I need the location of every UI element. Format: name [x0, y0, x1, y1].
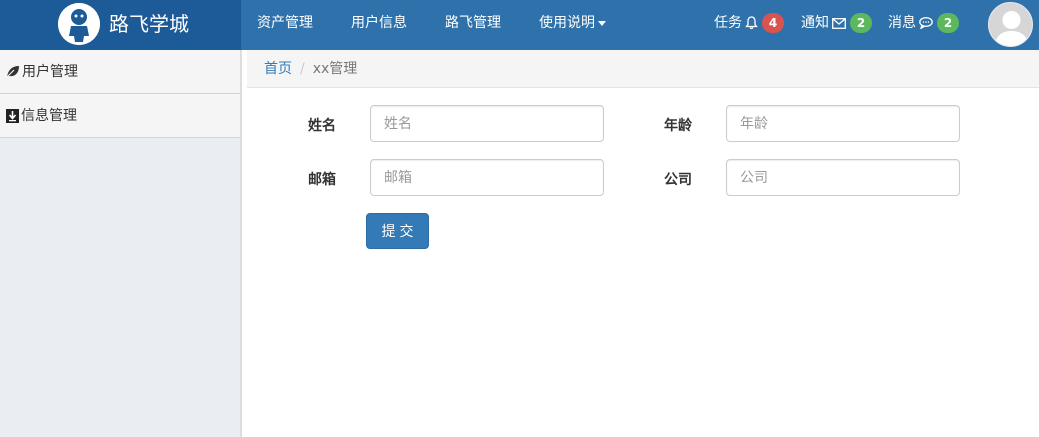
nav-item-luffy-admin[interactable]: 路飞管理: [445, 0, 501, 50]
sidebar-item-label: 信息管理: [21, 107, 77, 124]
email-label: 邮箱: [308, 172, 336, 188]
notices-link[interactable]: 通知 2: [801, 0, 872, 46]
messages-link[interactable]: 消息 2: [888, 0, 959, 46]
brand-logo-icon: [58, 3, 100, 45]
company-label: 公司: [664, 172, 692, 188]
tasks-count-badge: 4: [762, 13, 784, 33]
user-silhouette-icon: [989, 3, 1032, 46]
name-input[interactable]: [370, 105, 604, 142]
breadcrumb-separator: /: [300, 61, 305, 77]
breadcrumb-current: xx管理: [312, 61, 358, 77]
notices-label: 通知: [801, 15, 829, 31]
download-icon: [6, 108, 19, 123]
tasks-label: 任务: [714, 15, 742, 31]
age-label: 年龄: [664, 118, 692, 134]
caret-down-icon: [598, 20, 606, 26]
top-navbar: 路飞学城 资产管理 用户信息 路飞管理 使用说明 任务 4 通知 2 消息 2: [0, 0, 1039, 50]
sidebar-item-info-management[interactable]: 信息管理: [0, 94, 240, 138]
leaf-icon: [6, 66, 19, 78]
age-input[interactable]: [726, 105, 960, 142]
nav-item-user-info[interactable]: 用户信息: [351, 0, 407, 50]
email-input[interactable]: [370, 159, 604, 196]
brand-title: 路飞学城: [109, 12, 189, 36]
comment-icon: [919, 17, 933, 29]
envelope-icon: [832, 17, 846, 29]
messages-label: 消息: [888, 15, 916, 31]
messages-count-badge: 2: [937, 13, 959, 33]
nav-item-help-dropdown[interactable]: 使用说明: [539, 0, 606, 50]
sidebar-item-label: 用户管理: [22, 63, 78, 80]
main-content: 首页 / xx管理 姓名 年龄 邮箱 公司 提交: [247, 50, 1039, 437]
name-label: 姓名: [308, 118, 336, 134]
bell-icon: [745, 16, 758, 30]
notices-count-badge: 2: [850, 13, 872, 33]
breadcrumb-home-link[interactable]: 首页: [264, 61, 292, 77]
submit-button[interactable]: 提交: [366, 213, 429, 249]
brand[interactable]: 路飞学城: [0, 0, 241, 50]
nav-item-help-label: 使用说明: [539, 15, 595, 31]
breadcrumb: 首页 / xx管理: [247, 50, 1039, 88]
sidebar-item-user-management[interactable]: 用户管理: [0, 50, 240, 94]
sidebar: 用户管理 信息管理: [0, 50, 241, 437]
avatar[interactable]: [988, 2, 1033, 47]
tasks-link[interactable]: 任务 4: [714, 0, 784, 46]
nav-item-assets[interactable]: 资产管理: [257, 0, 313, 50]
company-input[interactable]: [726, 159, 960, 196]
